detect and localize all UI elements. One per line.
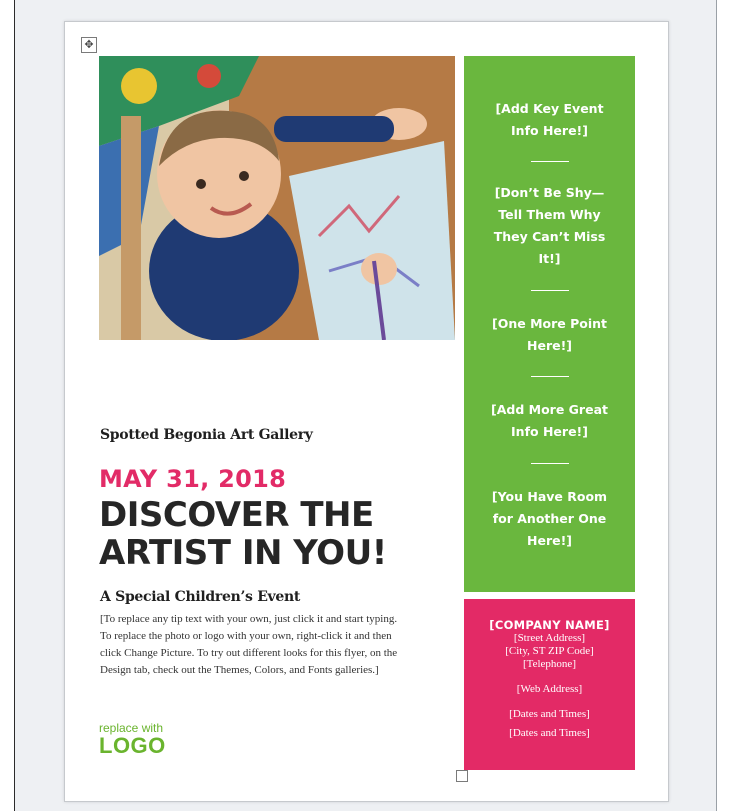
window-edge-right [716,0,731,811]
divider [531,290,569,291]
sidebar-item-add-more[interactable]: [Add More Great Info Here!] [476,399,623,443]
city-state-zip[interactable]: [City, ST ZIP Code] [464,645,635,658]
sidebar-item-line: [One More Point [492,316,607,331]
logo-big-text: LOGO [99,733,166,758]
gallery-name[interactable]: Spotted Begonia Art Gallery [100,427,313,443]
body-line: click Change Picture. To try out differe… [100,647,398,659]
web-address[interactable]: [Web Address] [464,683,635,696]
divider [531,376,569,377]
resize-handle[interactable] [456,770,468,782]
sidebar-item-line: [You Have Room [491,489,608,504]
headline[interactable]: DISCOVER THE ARTIST IN YOU! [99,496,439,572]
contact-panel[interactable]: [COMPANY NAME] [Street Address] [City, S… [464,599,635,770]
move-icon[interactable]: ✥ [81,37,97,53]
body-line: Design tab, check out the Themes, Colors… [100,664,379,676]
sidebar-item-line: [Add Key Event [495,101,604,116]
window-edge-left [0,0,15,811]
sidebar-item-line: for Another One [492,511,607,526]
child-drawing-photo[interactable] [99,56,455,340]
sidebar-item-line: It!] [538,251,561,266]
sidebar-item-line: Here!] [527,533,572,548]
sidebar-item-line: [Don’t Be Shy— [494,185,605,200]
headline-line-1: DISCOVER THE [99,495,374,535]
sidebar-item-line: They Can’t Miss [493,229,606,244]
photo-icon [99,56,455,340]
street-address[interactable]: [Street Address] [464,632,635,645]
body-line: [To replace any tip text with your own, … [100,613,398,625]
logo-placeholder[interactable]: replace with LOGO [99,722,166,758]
sidebar-item-one-more-point[interactable]: [One More Point Here!] [476,313,623,357]
sidebar-item-line: Info Here!] [511,123,588,138]
event-date[interactable]: MAY 31, 2018 [99,465,286,493]
sidebar-item-line: Here!] [527,338,572,353]
headline-line-2: ARTIST IN YOU! [99,533,387,573]
divider [531,463,569,464]
body-text[interactable]: [To replace any tip text with your own, … [100,611,460,679]
key-info-sidebar[interactable]: [Add Key Event Info Here!] [Don’t Be Shy… [464,56,635,592]
telephone[interactable]: [Telephone] [464,658,635,671]
sidebar-item-key-event[interactable]: [Add Key Event Info Here!] [476,98,623,142]
divider [531,161,569,162]
sidebar-item-room-for-another[interactable]: [You Have Room for Another One Here!] [476,486,623,552]
dates-and-times-2[interactable]: [Dates and Times] [464,727,635,740]
company-name[interactable]: [COMPANY NAME] [464,619,635,632]
body-line: To replace the photo or logo with your o… [100,630,392,642]
event-subhead[interactable]: A Special Children’s Event [100,589,300,605]
sidebar-item-dont-be-shy[interactable]: [Don’t Be Shy— Tell Them Why They Can’t … [476,182,623,270]
sidebar-item-line: Info Here!] [511,424,588,439]
dates-and-times-1[interactable]: [Dates and Times] [464,708,635,721]
sidebar-item-line: Tell Them Why [498,207,601,222]
sidebar-item-line: [Add More Great [491,402,608,417]
